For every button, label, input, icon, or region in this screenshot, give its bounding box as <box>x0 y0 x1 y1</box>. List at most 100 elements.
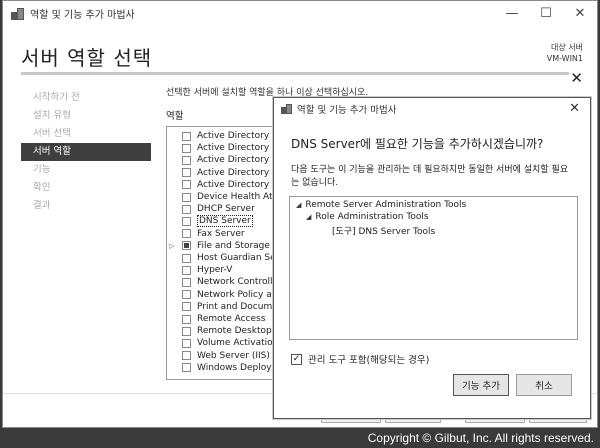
nav-item[interactable]: 서버 역할 <box>21 143 151 161</box>
role-checkbox[interactable] <box>182 204 191 214</box>
role-label: Network Controlle <box>197 277 279 288</box>
role-label: Network Policy and <box>197 289 284 300</box>
nav-item[interactable]: 확인 <box>21 179 151 197</box>
role-checkbox[interactable] <box>182 302 191 312</box>
role-label: Remote Desktop S <box>197 326 281 337</box>
role-item[interactable]: Active Directory Do <box>167 142 284 154</box>
tree-item[interactable]: ◢ Remote Server Administration Tools <box>296 200 466 210</box>
server-manager-icon <box>11 7 24 20</box>
wizard-nav: 시작하기 전 설치 유형 서버 선택 서버 역할 기능 확인 결과 <box>21 89 151 215</box>
role-label: Active Directory Do <box>197 143 285 154</box>
role-checkbox[interactable] <box>182 253 191 263</box>
dialog-description: 다음 도구는 이 기능을 관리하는 데 필요하지만 동일한 서버에 설치할 필요… <box>291 165 569 188</box>
role-label: Remote Access <box>197 314 266 324</box>
role-checkbox[interactable] <box>182 216 191 226</box>
role-label: File and Storage Se <box>197 240 285 251</box>
include-tools-option[interactable]: ✓ 관리 도구 포함(해당되는 경우) <box>291 352 429 366</box>
nav-item[interactable]: 설치 유형 <box>21 107 151 125</box>
role-item[interactable]: Remote Desktop S <box>167 325 280 337</box>
role-checkbox[interactable] <box>182 363 191 373</box>
server-manager-icon <box>281 104 292 114</box>
role-checkbox[interactable] <box>182 277 191 287</box>
role-label: Hyper-V <box>197 265 233 276</box>
minimize-icon[interactable]: — <box>495 1 529 26</box>
role-item[interactable]: Device Health Atte <box>167 191 282 203</box>
add-features-button[interactable]: 기능 추가 <box>453 374 509 396</box>
copyright-notice: Copyright © Gilbut, Inc. All rights rese… <box>367 431 594 445</box>
dialog-titlebar: 역할 및 기능 추가 마법사 ✕ <box>274 98 590 120</box>
nav-item[interactable]: 결과 <box>21 197 151 215</box>
role-label: Device Health Atte <box>197 192 282 202</box>
role-checkbox[interactable] <box>182 351 191 361</box>
tree-item-label: [도구] DNS Server Tools <box>332 227 436 237</box>
expand-arrow-icon[interactable]: ▷ <box>167 242 177 250</box>
role-label: Volume Activation <box>197 338 279 349</box>
role-item[interactable]: Host Guardian Ser <box>167 252 279 264</box>
role-item[interactable]: Network Controlle <box>167 276 278 288</box>
role-item[interactable]: DNS Server <box>167 215 253 228</box>
maximize-icon[interactable]: ☐ <box>529 1 563 26</box>
role-label: Fax Server <box>197 228 245 239</box>
roles-label: 역할 <box>166 111 184 122</box>
nav-item[interactable]: 서버 선택 <box>21 125 151 143</box>
collapse-arrow-icon[interactable]: ◢ <box>296 201 301 209</box>
role-item[interactable]: Active Directory Rig <box>167 179 287 191</box>
nav-item[interactable]: 시작하기 전 <box>21 89 151 107</box>
role-checkbox[interactable] <box>182 338 191 348</box>
collapse-arrow-icon[interactable]: ◢ <box>306 213 311 221</box>
tree-item-label: Remote Server Administration Tools <box>305 200 467 210</box>
dialog-close-icon[interactable]: ✕ <box>569 101 580 116</box>
nav-item[interactable]: 기능 <box>21 161 151 179</box>
dialog-cancel-button[interactable]: 취소 <box>516 374 572 396</box>
destination-server-name: VM-WIN1 <box>546 54 583 63</box>
tree-item-label: Role Administration Tools <box>315 212 429 222</box>
window-titlebar: 역할 및 기능 추가 마법사 — ☐ ✕ <box>3 1 597 26</box>
role-checkbox[interactable] <box>182 168 191 178</box>
role-label: Host Guardian Ser <box>197 253 280 263</box>
dialog-question: DNS Server에 필요한 기능을 추가하시겠습니까? <box>291 137 544 151</box>
role-checkbox[interactable] <box>182 229 191 239</box>
role-item[interactable]: Active Directory Fe <box>167 154 282 166</box>
role-item[interactable]: Volume Activation <box>167 337 278 349</box>
header-close-icon[interactable]: ✕ <box>570 69 583 87</box>
role-checkbox[interactable] <box>182 131 191 141</box>
role-checkbox[interactable] <box>182 155 191 165</box>
role-item[interactable]: Network Policy and <box>167 289 283 301</box>
tree-item[interactable]: [도구] DNS Server Tools <box>332 224 435 237</box>
page-title: 서버 역할 선택 <box>21 46 153 70</box>
role-checkbox[interactable] <box>182 192 191 202</box>
tree-item[interactable]: ◢ Role Administration Tools <box>306 212 429 222</box>
include-tools-checkbox[interactable]: ✓ <box>291 353 302 365</box>
role-label: Web Server (IIS) <box>197 350 270 361</box>
role-checkbox[interactable] <box>182 290 191 300</box>
role-checkbox[interactable] <box>182 314 191 324</box>
include-tools-label: 관리 도구 포함(해당되는 경우) <box>308 355 430 366</box>
role-checkbox[interactable] <box>182 241 191 251</box>
role-label: DHCP Server <box>197 204 255 215</box>
role-label: Active Directory Fe <box>197 155 283 166</box>
role-item[interactable]: Remote Access <box>167 313 265 325</box>
destination-server: 대상 서버 VM-WIN1 <box>547 42 583 64</box>
role-item[interactable]: Web Server (IIS) <box>167 350 270 362</box>
role-item[interactable]: Print and Docume <box>167 301 278 313</box>
role-checkbox[interactable] <box>182 143 191 153</box>
role-item[interactable]: Fax Server <box>167 228 245 240</box>
role-checkbox[interactable] <box>182 265 191 275</box>
required-features-tree[interactable]: ◢ Remote Server Administration Tools ◢ Role… <box>289 196 578 340</box>
role-label: Windows Deploym <box>197 362 281 373</box>
role-label: Active Directory Ce <box>197 131 284 141</box>
role-item[interactable]: Active Directory Lig <box>167 167 285 179</box>
window-controls: — ☐ ✕ <box>495 1 597 26</box>
close-icon[interactable]: ✕ <box>563 1 597 26</box>
role-item[interactable]: Hyper-V <box>167 264 232 276</box>
role-item[interactable]: ▷ File and Storage Se <box>167 240 284 252</box>
role-item[interactable]: Active Directory Ce <box>167 130 284 142</box>
header-divider <box>21 72 569 75</box>
role-checkbox[interactable] <box>182 180 191 190</box>
role-label: Print and Docume <box>197 301 278 312</box>
role-label: DNS Server <box>197 215 253 228</box>
role-checkbox[interactable] <box>182 326 191 336</box>
destination-label: 대상 서버 <box>551 43 583 52</box>
role-item[interactable]: DHCP Server <box>167 203 255 215</box>
role-item[interactable]: Windows Deploym <box>167 362 280 374</box>
